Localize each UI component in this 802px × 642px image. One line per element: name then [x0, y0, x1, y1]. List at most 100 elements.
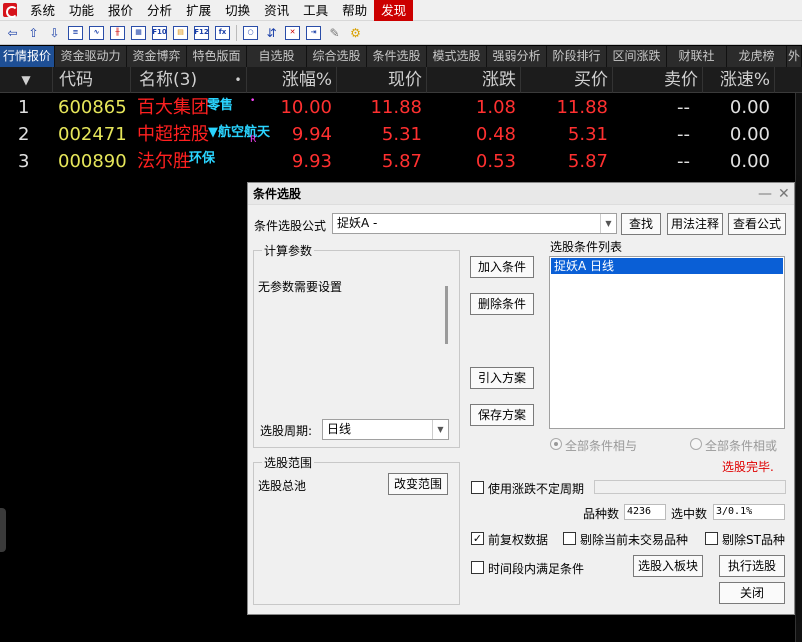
tab-pattern[interactable]: 模式选股	[427, 46, 487, 67]
minimize-icon[interactable]: —	[758, 183, 772, 205]
candlestick-icon[interactable]: ╫	[109, 24, 126, 41]
pre-adjust-label: 前复权数据	[488, 533, 549, 547]
arrow-left-icon[interactable]: ⇦	[4, 24, 21, 41]
col-price[interactable]: 现价	[336, 67, 426, 93]
col-pct[interactable]: 涨幅%	[246, 67, 336, 93]
circle-icon[interactable]: ○	[242, 24, 259, 41]
arrow-up-icon[interactable]: ⇧	[25, 24, 42, 41]
change-scope-button[interactable]: 改变范围	[388, 473, 448, 495]
formula-select[interactable]: 捉妖A - ▼	[332, 213, 617, 234]
tab-range-change[interactable]: 区间涨跌	[607, 46, 667, 67]
list-item[interactable]: 捉妖A 日线	[551, 258, 783, 274]
report-icon[interactable]: ≡	[67, 24, 84, 41]
col-speed[interactable]: 涨速%	[702, 67, 774, 93]
price: 11.88	[370, 97, 422, 118]
menu-system[interactable]: 系统	[23, 0, 62, 21]
tab-fund-game[interactable]: 资金博弈	[127, 46, 187, 67]
menu-tools[interactable]: 工具	[296, 0, 335, 21]
tab-comprehensive[interactable]: 综合选股	[307, 46, 367, 67]
f10-icon[interactable]: F10	[151, 24, 168, 41]
scope-value: 选股总池	[258, 479, 307, 493]
execute-button[interactable]: 执行选股	[719, 555, 785, 577]
chevron-down-icon[interactable]: ▼	[432, 420, 448, 439]
menu-function[interactable]: 功能	[62, 0, 101, 21]
exclude-untraded-checkbox[interactable]	[563, 532, 576, 545]
find-button[interactable]: 查找	[621, 213, 661, 235]
gear-icon[interactable]: ⚙	[347, 24, 364, 41]
close-button[interactable]: 关闭	[719, 582, 785, 604]
all-and-radio[interactable]	[550, 438, 562, 450]
side-panel-handle[interactable]	[0, 508, 6, 552]
tab-feature[interactable]: 特色版面	[187, 46, 247, 67]
add-condition-button[interactable]: 加入条件	[470, 256, 534, 278]
arrow-down-icon[interactable]: ⇩	[46, 24, 63, 41]
save-plan-button[interactable]: 保存方案	[470, 404, 534, 426]
info-icon[interactable]: ▤	[172, 24, 189, 41]
menu-discover[interactable]: 发现	[374, 0, 414, 21]
quote-table-header: ▼ 代码 名称(3) • 涨幅% 现价 涨跌 买价 卖价 涨速%	[0, 67, 802, 93]
speed: 0.00	[729, 124, 770, 145]
condition-list[interactable]: 捉妖A 日线	[549, 256, 785, 429]
tab-cls[interactable]: 财联社	[667, 46, 727, 67]
speed: 0.00	[729, 97, 770, 118]
tab-dragon-tiger[interactable]: 龙虎榜	[727, 46, 787, 67]
col-bid[interactable]: 买价	[520, 67, 612, 93]
bid-price: 5.87	[567, 151, 608, 172]
tab-watchlist[interactable]: 自选股	[247, 46, 307, 67]
menu-analysis[interactable]: 分析	[140, 0, 179, 21]
function-icon[interactable]: ⇥	[305, 24, 322, 41]
menu-help[interactable]: 帮助	[335, 0, 374, 21]
col-change[interactable]: 涨跌	[426, 67, 520, 93]
app-logo-icon	[3, 3, 18, 18]
usage-button[interactable]: 用法注释	[667, 213, 723, 235]
menu-extend[interactable]: 扩展	[179, 0, 218, 21]
pre-adjust-checkbox[interactable]: ✓	[471, 532, 484, 545]
menu-bar: 系统 功能 报价 分析 扩展 切换 资讯 工具 帮助 发现	[0, 0, 802, 21]
col-code[interactable]: 代码	[52, 67, 130, 93]
chevron-down-icon[interactable]: ▼	[600, 214, 616, 233]
period-satisfy-checkbox[interactable]	[471, 561, 484, 574]
import-plan-button[interactable]: 引入方案	[470, 367, 534, 389]
tab-more[interactable]: 外	[787, 46, 802, 67]
tab-stage-rank[interactable]: 阶段排行	[547, 46, 607, 67]
change-pct: 10.00	[280, 97, 332, 118]
dialog-titlebar[interactable]: 条件选股 — ✕	[248, 183, 794, 205]
table-row[interactable]: 3 000890 法尔胜 环保 9.93 5.87 0.53 5.87 -- 0…	[0, 148, 802, 175]
brush-icon[interactable]: ✎	[326, 24, 343, 41]
delete-condition-button[interactable]: 删除条件	[470, 293, 534, 315]
cross-icon[interactable]: ✕	[284, 24, 301, 41]
menu-news[interactable]: 资讯	[257, 0, 296, 21]
menu-switch[interactable]: 切换	[218, 0, 257, 21]
tab-strength[interactable]: 强弱分析	[487, 46, 547, 67]
close-icon[interactable]: ✕	[778, 183, 790, 205]
grid-icon[interactable]: ▦	[130, 24, 147, 41]
use-uncertain-label: 使用涨跌不定周期	[488, 482, 585, 496]
line-chart-icon[interactable]: ∿	[88, 24, 105, 41]
tab-condition[interactable]: 条件选股	[367, 46, 427, 67]
price: 5.87	[381, 151, 422, 172]
col-ask[interactable]: 卖价	[612, 67, 702, 93]
all-or-radio[interactable]	[690, 438, 702, 450]
col-dot: •	[234, 73, 242, 87]
f12-icon[interactable]: F12	[193, 24, 210, 41]
indicator-icon[interactable]: ⇵	[263, 24, 280, 41]
condition-selection-dialog: 条件选股 — ✕ 条件选股公式 捉妖A - ▼ 查找 用法注释 查看公式 计算参…	[247, 182, 795, 615]
toolbar: ⇦ ⇧ ⇩ ≡ ∿ ╫ ▦ F10 ▤ F12 fx ○ ⇵ ✕ ⇥ ✎ ⚙	[0, 21, 802, 45]
table-row[interactable]: 1 600865 百大集团 零售 • 10.00 11.88 1.08 11.8…	[0, 94, 802, 121]
sort-arrow-icon[interactable]: ▼	[0, 67, 52, 93]
params-scrollbar[interactable]	[445, 286, 448, 344]
table-row[interactable]: 2 002471 中超控股 ▼航空航天 R 9.94 5.31 0.48 5.3…	[0, 121, 802, 148]
use-uncertain-checkbox[interactable]	[471, 481, 484, 494]
vertical-scrollbar[interactable]	[795, 93, 802, 642]
tab-quote[interactable]: 行情报价	[0, 46, 55, 67]
view-formula-button[interactable]: 查看公式	[728, 213, 786, 235]
fx-icon[interactable]: fx	[214, 24, 231, 41]
exclude-st-checkbox[interactable]	[705, 532, 718, 545]
tab-fund-drive[interactable]: 资金驱动力	[55, 46, 127, 67]
col-extra	[774, 67, 802, 93]
menu-quote[interactable]: 报价	[101, 0, 140, 21]
period-select[interactable]: 日线 ▼	[322, 419, 449, 440]
to-block-button[interactable]: 选股入板块	[633, 555, 703, 577]
dialog-title: 条件选股	[253, 187, 302, 201]
col-name[interactable]: 名称(3)	[130, 67, 230, 93]
